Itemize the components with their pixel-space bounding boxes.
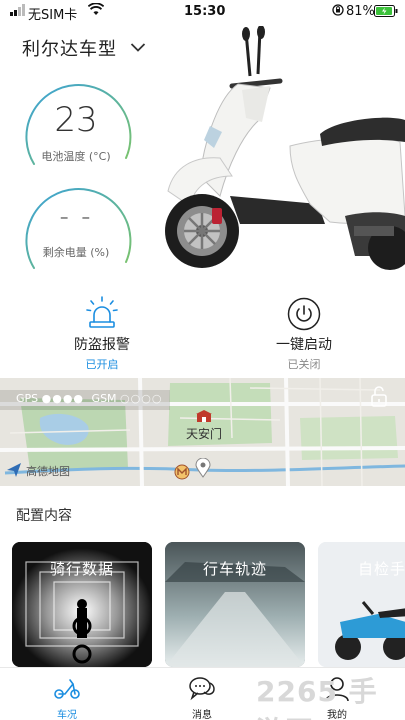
signal-icon (10, 4, 26, 20)
power-icon (287, 297, 321, 335)
temperature-label: 电池温度 (°C) (41, 150, 111, 163)
start-status: 已关闭 (287, 358, 321, 371)
battery-percent: 81% (346, 4, 375, 19)
gauge-arc (25, 188, 132, 269)
tab-label: 消息 (192, 710, 212, 720)
status-bar: 无SIM卡 15:30 81% (0, 0, 405, 24)
gsm-signal-dots: ○○○○ (120, 392, 163, 405)
scooter-image (150, 25, 405, 276)
wifi-icon (87, 2, 105, 20)
gsm-label: GSM (91, 392, 117, 405)
tab-vehicle-status[interactable]: 车况 (27, 668, 107, 720)
gps-signal-dots: ●●●● (41, 392, 85, 405)
chat-bubble-icon (188, 676, 216, 706)
vehicle-model-name: 利尔达车型 (22, 39, 117, 60)
config-section-title: 配置内容 (16, 508, 72, 524)
remaining-charge-gauge (22, 184, 132, 294)
card-title: 骑行数据 (49, 560, 114, 578)
vehicle-model-selector[interactable]: 利尔达车型 (22, 35, 146, 61)
tab-label: 车况 (57, 710, 77, 720)
card-riding-data[interactable]: 骑行数据 (12, 542, 152, 667)
battery-icon (374, 5, 398, 21)
card-self-check[interactable]: 自检手 (318, 542, 405, 667)
alarm-light-icon (85, 296, 119, 336)
rotation-lock-icon (332, 4, 344, 20)
metro-icon (174, 464, 190, 484)
clock: 15:30 (184, 4, 226, 19)
scooter-icon (53, 676, 81, 704)
watermark-logo: 2265 手游网 (256, 670, 405, 720)
temperature-value: 23 (54, 100, 98, 140)
map-place-label: 天安门 (186, 427, 223, 441)
anti-theft-alarm-button[interactable]: 防盗报警 已开启 (42, 296, 162, 374)
start-label: 一键启动 (276, 337, 332, 353)
tab-messages[interactable]: 消息 (162, 668, 242, 720)
remaining-charge-value: - - (59, 202, 93, 232)
card-driving-track[interactable]: 行车轨迹 (165, 542, 305, 667)
gps-label: GPS (16, 392, 39, 405)
remaining-charge-label: 剩余电量 (%) (42, 246, 110, 259)
app-screen: 无SIM卡 15:30 81% 利尔达车型 23 电池温度 (°C) - - 剩… (0, 0, 405, 720)
alarm-label: 防盗报警 (74, 337, 130, 353)
map-provider-label: 高德地图 (26, 465, 70, 478)
location-pin-icon (195, 457, 211, 482)
map-view[interactable]: GPS ●●●● GSM ○○○○ 天安门 高德地图 (0, 378, 405, 486)
watermark-text: 2265 手游网 (256, 675, 378, 720)
carrier-text: 无SIM卡 (28, 8, 78, 23)
lock-open-icon[interactable] (369, 385, 389, 411)
chevron-down-icon (130, 37, 146, 58)
card-title: 自检手 (358, 560, 405, 578)
alarm-status: 已开启 (85, 358, 119, 371)
navigation-arrow-icon (6, 462, 22, 482)
card-title: 行车轨迹 (202, 560, 267, 578)
one-key-start-button[interactable]: 一键启动 已关闭 (244, 296, 364, 374)
